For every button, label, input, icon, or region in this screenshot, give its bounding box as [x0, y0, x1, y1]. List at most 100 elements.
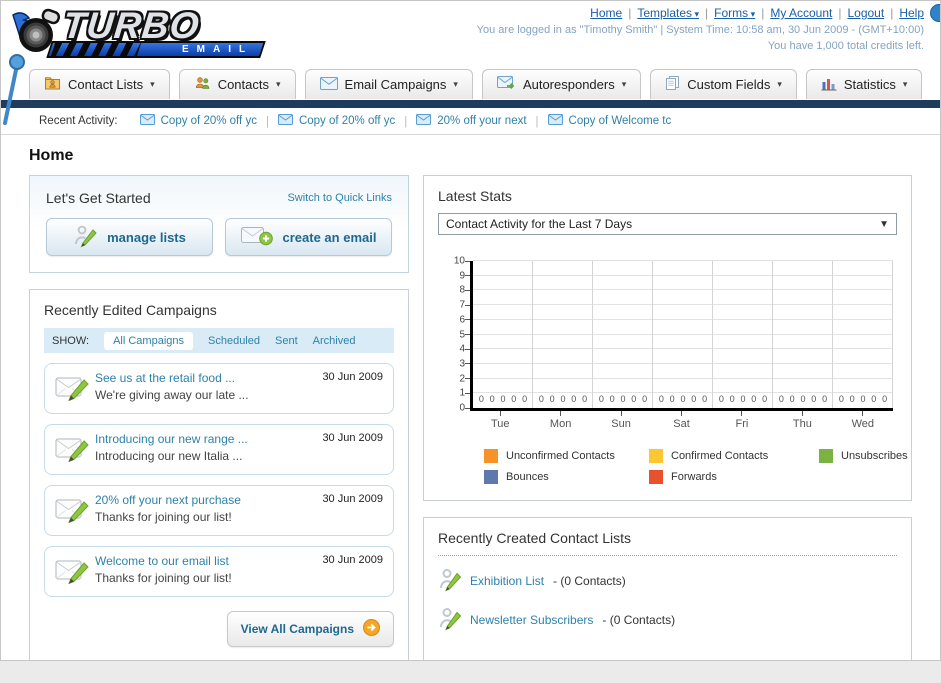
see-all-contact-lists-button[interactable]: See All Contact Lists	[724, 660, 897, 661]
help-bubble-icon[interactable]	[930, 4, 940, 22]
data-label: 0	[751, 394, 757, 404]
x-axis-day-label: Mon	[530, 411, 590, 430]
top-nav-home[interactable]: Home	[590, 6, 622, 20]
tab-custom-fields[interactable]: Custom Fields ▾	[650, 69, 797, 99]
filter-scheduled[interactable]: Scheduled	[208, 335, 260, 347]
campaign-row: 20% off your next purchase Thanks for joi…	[44, 485, 394, 536]
top-nav-my-account[interactable]: My Account	[770, 6, 832, 20]
switch-quick-links[interactable]: Switch to Quick Links	[287, 192, 392, 204]
data-label: 0	[882, 394, 888, 404]
data-label: 0	[740, 394, 746, 404]
campaign-texts: See us at the retail food ... We're givin…	[95, 371, 314, 402]
zero-value-labels: 00000	[773, 394, 833, 404]
person-pencil-icon	[438, 606, 462, 634]
x-axis-day-label: Wed	[833, 411, 893, 430]
small-envelope-icon	[139, 114, 155, 128]
campaign-filters: All Campaigns Scheduled Sent Archived	[104, 331, 370, 350]
stats-period-select[interactable]: Contact Activity for the Last 7 Days ▼	[438, 213, 897, 235]
app-window: TURBO EMAIL Home | Templates ▾ | Forms ▾ | My …	[0, 0, 941, 661]
navy-divider-bar	[1, 100, 940, 108]
logo[interactable]: TURBO EMAIL	[11, 5, 281, 61]
small-envelope-icon	[547, 114, 563, 128]
envelope-pencil-icon	[55, 495, 95, 528]
filter-sent[interactable]: Sent	[275, 335, 298, 347]
campaign-title-link[interactable]: Welcome to our email list	[95, 554, 314, 568]
x-axis-day-label: Thu	[772, 411, 832, 430]
data-label: 0	[871, 394, 877, 404]
chart-legend: Unconfirmed Contacts Confirmed Contacts Un…	[484, 449, 908, 484]
activity-separator: |	[265, 116, 269, 128]
get-started-title: Let's Get Started	[46, 190, 151, 206]
campaign-title-link[interactable]: Introducing our new range ...	[95, 432, 314, 446]
campaign-title-link[interactable]: See us at the retail food ...	[95, 371, 314, 385]
top-nav-logout[interactable]: Logout	[847, 6, 884, 20]
data-label: 0	[789, 394, 795, 404]
filter-archived[interactable]: Archived	[313, 335, 356, 347]
envelope-pencil-icon	[55, 434, 95, 467]
recent-activity-link[interactable]: Copy of Welcome tc	[547, 114, 672, 128]
tab-statistics[interactable]: Statistics ▾	[805, 69, 923, 99]
manage-lists-button[interactable]: manage lists	[46, 218, 213, 256]
x-axis-day-label: Sat	[651, 411, 711, 430]
data-label: 0	[598, 394, 604, 404]
campaign-list: See us at the retail food ... We're givin…	[44, 363, 394, 597]
campaign-texts: 20% off your next purchase Thanks for joi…	[95, 493, 314, 524]
recent-activity-link[interactable]: Copy of 20% off yc	[277, 114, 395, 128]
zero-value-labels: 00000	[713, 394, 773, 404]
campaign-subtitle: Thanks for joining our list!	[95, 510, 232, 524]
activity-separator: |	[404, 116, 408, 128]
tab-label: Custom Fields	[687, 77, 771, 92]
campaign-texts: Introducing our new range ... Introducing…	[95, 432, 314, 463]
envelope-plus-icon	[240, 225, 273, 249]
chevron-down-icon: ▾	[777, 79, 782, 89]
data-label: 0	[822, 394, 828, 404]
x-axis-day-label: Sun	[591, 411, 651, 430]
tab-contacts[interactable]: Contacts ▾	[178, 69, 296, 99]
recent-activity-link[interactable]: Copy of 20% off yc	[139, 114, 257, 128]
top-nav-forms[interactable]: Forms ▾	[714, 6, 755, 20]
legend-label: Confirmed Contacts	[671, 450, 769, 462]
data-label: 0	[631, 394, 637, 404]
tab-autoresponders[interactable]: Autoresponders ▾	[481, 69, 642, 99]
data-label: 0	[642, 394, 648, 404]
data-label: 0	[620, 394, 626, 404]
zero-value-labels: 00000	[473, 394, 533, 404]
view-all-campaigns-label: View All Campaigns	[240, 622, 354, 636]
contact-list-link[interactable]: Newsletter Subscribers	[470, 613, 593, 627]
envelope-pencil-icon	[55, 373, 95, 406]
tab-email-campaigns[interactable]: Email Campaigns ▾	[304, 69, 473, 99]
recent-activity-link[interactable]: 20% off your next	[416, 114, 527, 128]
main-content: Home Let's Get Started Switch to Quick L…	[1, 135, 940, 661]
top-nav: Home | Templates ▾ | Forms ▾ | My Account | Logo…	[477, 6, 924, 20]
data-label: 0	[522, 394, 528, 404]
small-envelope-icon	[277, 114, 293, 128]
envelope-arrow-icon	[496, 76, 516, 93]
activity-text: Copy of Welcome tc	[568, 115, 672, 127]
campaign-row: See us at the retail food ... We're givin…	[44, 363, 394, 414]
data-label: 0	[560, 394, 566, 404]
data-label: 0	[838, 394, 844, 404]
chart-x-axis-labels: Tue Mon Sun Sat Fri Thu Wed	[470, 411, 893, 433]
campaign-texts: Welcome to our email list Thanks for join…	[95, 554, 314, 585]
person-pencil-icon	[73, 224, 97, 251]
contact-list-item: Exhibition List - (0 Contacts)	[438, 567, 897, 595]
view-all-campaigns-button[interactable]: View All Campaigns	[226, 611, 394, 647]
top-nav-help[interactable]: Help	[899, 6, 924, 20]
filter-all-campaigns[interactable]: All Campaigns	[104, 331, 193, 350]
chevron-down-icon: ▼	[879, 218, 889, 230]
top-nav-templates[interactable]: Templates ▾	[637, 6, 699, 20]
envelope-icon	[319, 76, 338, 93]
data-label: 0	[702, 394, 708, 404]
tab-contact-lists[interactable]: Contact Lists ▾	[29, 69, 170, 99]
data-label: 0	[800, 394, 806, 404]
stats-period-value: Contact Activity for the Last 7 Days	[446, 217, 633, 231]
contact-list-link[interactable]: Exhibition List	[470, 574, 544, 588]
campaign-subtitle: Introducing our new Italia ...	[95, 449, 243, 463]
create-email-button[interactable]: create an email	[225, 218, 392, 256]
legend-label: Bounces	[506, 471, 549, 483]
tab-label: Email Campaigns	[344, 77, 447, 92]
top-right-area: Home | Templates ▾ | Forms ▾ | My Account | Logo…	[477, 6, 924, 52]
legend-label: Forwards	[671, 471, 717, 483]
campaign-title-link[interactable]: 20% off your next purchase	[95, 493, 314, 507]
tab-label: Contact Lists	[68, 77, 144, 92]
